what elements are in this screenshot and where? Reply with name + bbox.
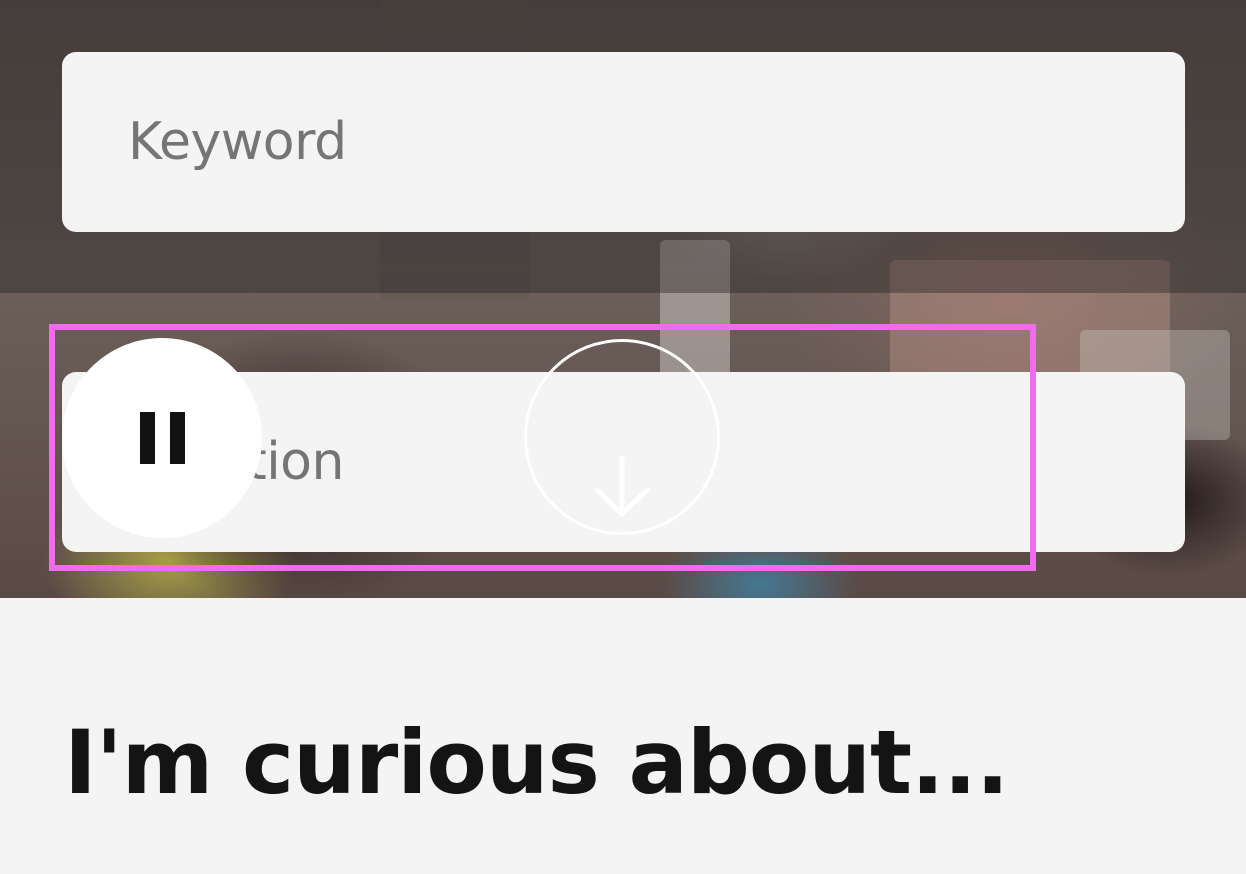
section-heading: I'm curious about... — [64, 711, 1009, 814]
pause-icon — [138, 412, 186, 464]
pause-icon-bar — [170, 412, 185, 464]
page: I'm curious about... — [0, 0, 1246, 874]
pause-icon-bar — [140, 412, 155, 464]
scroll-down-button[interactable] — [524, 339, 720, 535]
keyword-field[interactable] — [62, 52, 1185, 232]
pause-video-button[interactable] — [62, 338, 262, 538]
keyword-input[interactable] — [128, 112, 1108, 172]
arrow-down-icon — [594, 455, 650, 517]
